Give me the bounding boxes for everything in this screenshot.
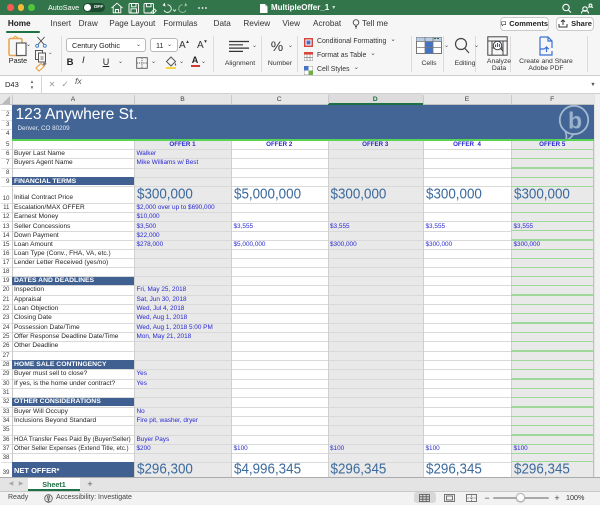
svg-text:b: b	[568, 108, 582, 134]
